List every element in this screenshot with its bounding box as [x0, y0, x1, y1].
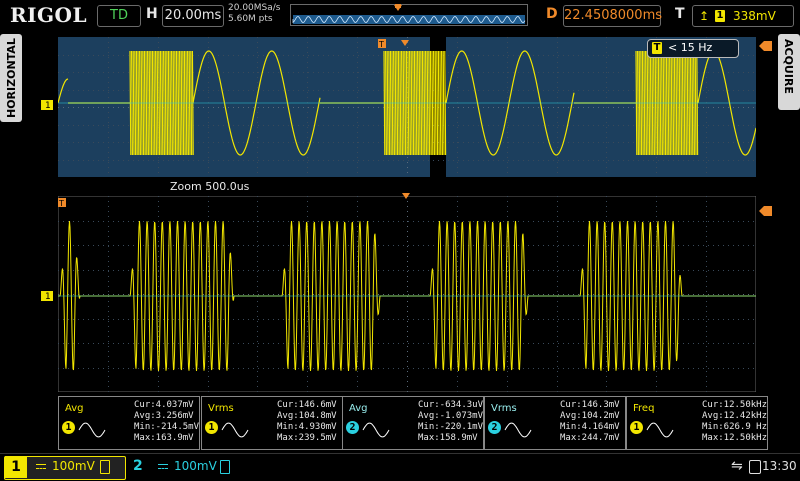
- measurement-name: Avg: [65, 403, 84, 414]
- measurement-value: Max:158.9mV: [418, 433, 478, 443]
- measurement-channel-badge: 1: [205, 421, 218, 434]
- ch1-ground-marker-bottom[interactable]: 1: [40, 290, 56, 302]
- measurement-name: Avg: [349, 403, 368, 414]
- measurement-value: Min:4.930mV: [277, 422, 337, 432]
- overview-waveform-panel[interactable]: [58, 37, 756, 177]
- timebase-value[interactable]: 20.00ms: [162, 5, 224, 27]
- usb-icon: ⇋: [731, 458, 743, 474]
- zoom-waveform-panel[interactable]: [58, 196, 756, 392]
- measurement-value: Avg:104.8mV: [277, 411, 337, 421]
- rising-edge-icon: ↥: [699, 9, 710, 23]
- ch2-impedance-icon: [220, 460, 230, 474]
- delay-label: D: [546, 6, 558, 22]
- measurement-waveform-icon: [78, 422, 106, 438]
- dc-coupling-icon: [36, 464, 46, 469]
- trigger-label: T: [675, 6, 685, 22]
- measurement-value: Cur:12.50kHz: [702, 400, 768, 410]
- measurement-value: Avg:3.256mV: [134, 411, 194, 421]
- clock: 13:30: [762, 459, 797, 473]
- measurement-channel-badge: 1: [62, 421, 75, 434]
- measurement-value: Min:-214.5mV: [134, 422, 200, 432]
- trigger-level-marker-bottom[interactable]: [758, 205, 774, 217]
- horizontal-menu-tab[interactable]: HORIZONTAL: [0, 34, 22, 122]
- measurement-channel-badge: 2: [346, 421, 359, 434]
- measurement-waveform-icon: [646, 422, 674, 438]
- measurement-channel-badge: 2: [488, 421, 501, 434]
- ch2-label[interactable]: 2: [133, 458, 143, 474]
- measurement-value: Max:163.9mV: [134, 433, 194, 443]
- trigger-frequency-filter[interactable]: T < 15 Hz: [647, 39, 739, 58]
- acquire-menu-tab[interactable]: ACQUIRE: [778, 34, 800, 110]
- brand-logo: RIGOL: [10, 3, 88, 27]
- acquisition-info: 20.00MSa/s 5.60M pts: [228, 3, 280, 25]
- top-status-bar: RIGOL TD H 20.00ms 20.00MSa/s 5.60M pts …: [0, 0, 800, 30]
- measurement-waveform-icon: [221, 422, 249, 438]
- delay-value[interactable]: 22.4508000ms: [563, 5, 662, 27]
- measurement-box[interactable]: Vrms 1 Cur:146.6mV Avg:104.8mV Min:4.930mV Ma…: [201, 396, 343, 450]
- measurement-waveform-icon: [362, 422, 390, 438]
- speaker-icon: [749, 460, 761, 474]
- measurement-box[interactable]: Freq 1 Cur:12.50kHz Avg:12.42kHz Min:626.9 H…: [626, 396, 768, 450]
- measurement-value: Cur:-634.3uV: [418, 400, 484, 410]
- overview-trigger-markers: T: [378, 39, 409, 49]
- ch2-scale: 100mV: [174, 459, 217, 473]
- zoom-label: Zoom 500.0us: [170, 180, 250, 193]
- ch1-label: 1: [5, 456, 27, 478]
- measurement-channel-badge: 1: [630, 421, 643, 434]
- memory-depth: 5.60M pts: [228, 14, 273, 24]
- measurement-value: Min:4.164mV: [560, 422, 620, 432]
- measurement-name: Freq: [633, 403, 655, 414]
- memory-overview-strip[interactable]: [290, 4, 528, 26]
- trigger-channel-badge: 1: [715, 10, 725, 22]
- ch1-impedance-icon: [100, 460, 110, 474]
- measurement-name: Vrms: [208, 403, 234, 414]
- trigger-level: 338mV: [733, 9, 776, 23]
- measurement-value: Min:626.9 Hz: [702, 422, 768, 432]
- svg-text:1: 1: [45, 292, 51, 302]
- measurement-value: Avg:12.42kHz: [702, 411, 768, 421]
- measurement-value: Cur:146.3mV: [560, 400, 620, 410]
- svg-text:1: 1: [45, 101, 51, 111]
- measurement-value: Avg:104.2mV: [560, 411, 620, 421]
- ch1-scale: 100mV: [52, 459, 95, 473]
- zoom-trigger-position-marker: [402, 193, 410, 199]
- measurement-box[interactable]: Avg 1 Cur:4.037mV Avg:3.256mV Min:-214.5mV Ma…: [58, 396, 200, 450]
- run-state-button[interactable]: TD: [97, 5, 141, 27]
- measurement-value: Min:-220.1mV: [418, 422, 484, 432]
- horizontal-label: H: [146, 6, 158, 22]
- dc-coupling-icon-ch2: [158, 464, 168, 469]
- measurement-waveform-icon: [504, 422, 532, 438]
- measurement-value: Max:244.7mV: [560, 433, 620, 443]
- svg-text:T: T: [378, 40, 384, 49]
- svg-text:T: T: [58, 199, 64, 208]
- measurement-box[interactable]: Avg 2 Cur:-634.3uV Avg:-1.073mV Min:-220.1mV…: [342, 396, 484, 450]
- measurement-value: Cur:4.037mV: [134, 400, 194, 410]
- measurement-box[interactable]: Vrms 2 Cur:146.3mV Avg:104.2mV Min:4.164mV Ma…: [484, 396, 626, 450]
- measurement-value: Max:239.5mV: [277, 433, 337, 443]
- ch1-ground-marker-top[interactable]: 1: [40, 99, 56, 111]
- sample-rate: 20.00MSa/s: [228, 3, 281, 13]
- measurement-value: Max:12.50kHz: [702, 433, 768, 443]
- measurement-value: Cur:146.6mV: [277, 400, 337, 410]
- trigger-filter-icon: T: [652, 42, 662, 54]
- measurement-value: Avg:-1.073mV: [418, 411, 484, 421]
- measurement-name: Vrms: [491, 403, 517, 414]
- trigger-setting[interactable]: ↥ 1 338mV: [692, 5, 794, 27]
- trigger-level-marker-top[interactable]: [758, 40, 774, 52]
- zoom-trigger-marker: T: [58, 198, 66, 208]
